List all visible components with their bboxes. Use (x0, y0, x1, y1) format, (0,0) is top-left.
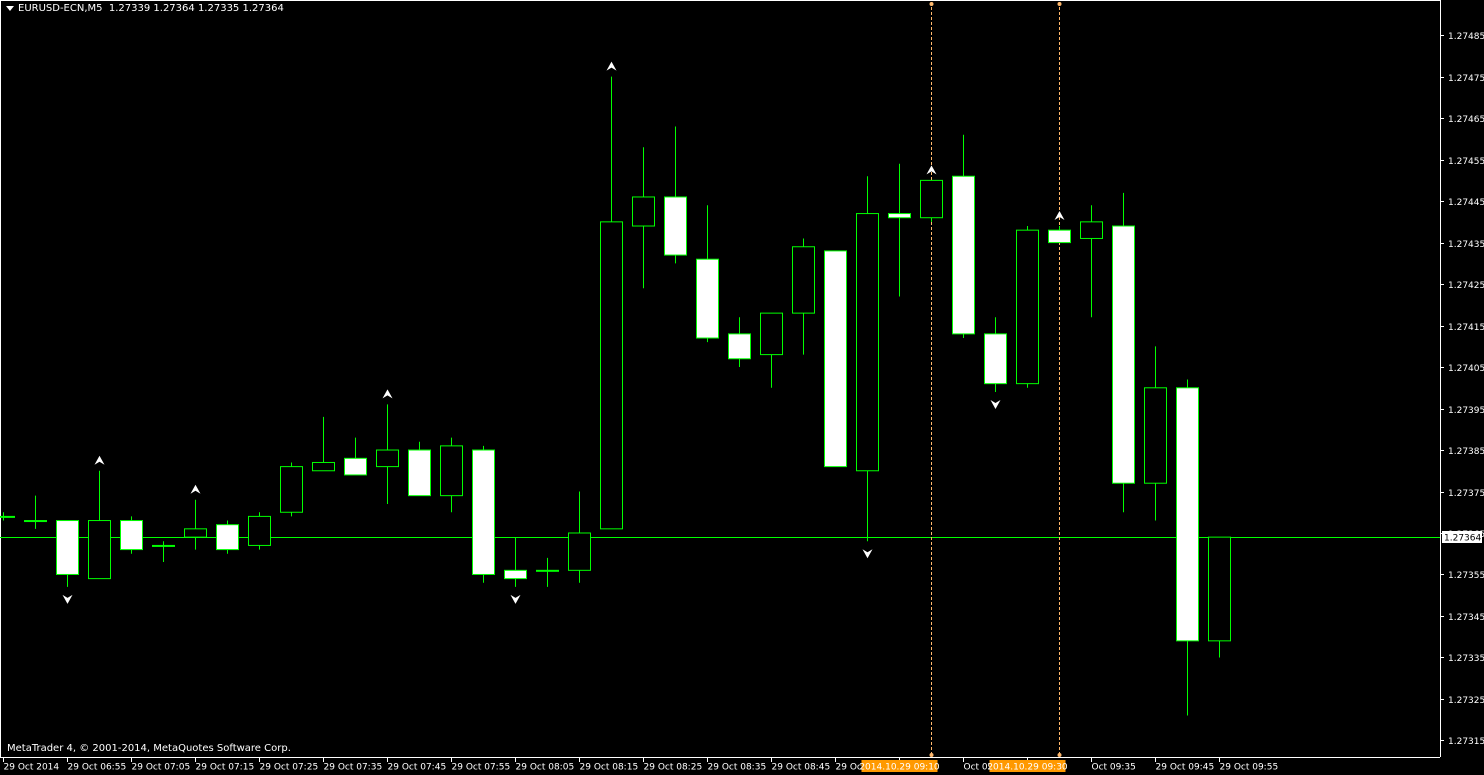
time-tick-label: 29 Oct 08:35 (708, 763, 767, 773)
price-tick-label: 1.27435 (1448, 240, 1484, 250)
time-tick-label: 29 Oct 07:15 (196, 763, 255, 773)
candle (472, 445, 495, 583)
price-tick-label: 1.27335 (1448, 654, 1484, 664)
candle-body-bear (696, 258, 719, 339)
price-tick-label: 1.27425 (1448, 281, 1484, 291)
candle-body-bull (600, 221, 623, 530)
candle (280, 462, 303, 517)
time-tick-label: 29 Oct 08:15 (580, 763, 639, 773)
candle-body-bear (472, 449, 495, 575)
candle-body-bull (632, 196, 655, 227)
candle-body-bear (1176, 387, 1199, 642)
candle-body-bull (536, 569, 559, 572)
vline-anchor-top[interactable] (929, 2, 934, 6)
candle-body-bear (888, 213, 911, 219)
candle-body-bear (56, 520, 79, 575)
candle-body-bull (312, 461, 335, 472)
price-tick-label: 1.27325 (1448, 696, 1484, 706)
symbol-label: EURUSD-ECN,M5 (18, 3, 103, 14)
price-tick-label: 1.27415 (1448, 323, 1484, 333)
price-tick-label: 1.27405 (1448, 364, 1484, 374)
price-tick-label: 1.27485 (1448, 32, 1484, 42)
price-tick-label: 1.27395 (1448, 406, 1484, 416)
time-tick-label: 29 Oct 07:45 (388, 763, 447, 773)
time-tick-label: 29 Oct 07:55 (452, 763, 511, 773)
candle-body-bull (24, 520, 47, 523)
price-tick-label: 1.27475 (1448, 74, 1484, 84)
time-tick-label: 29 Oct 08:05 (516, 763, 575, 773)
candle-body-bull (0, 515, 15, 518)
candle-body-bull (1080, 221, 1103, 239)
time-tick-label: 29 Oct 08:25 (644, 763, 703, 773)
candle-body-bear (824, 250, 847, 468)
candle-body-bear (216, 524, 239, 551)
candle-body-bear (728, 333, 751, 360)
candle (1208, 536, 1231, 658)
candle-body-bull (184, 528, 207, 538)
candle-body-bear (1048, 229, 1071, 244)
time-tick-label: 29 Oct 07:25 (260, 763, 319, 773)
candle (120, 516, 143, 554)
price-tick-label: 1.27455 (1448, 157, 1484, 167)
candle (1016, 226, 1039, 388)
price-tick-label: 1.27355 (1448, 571, 1484, 581)
candle (408, 441, 431, 497)
candle-body-bull (760, 312, 783, 356)
candle-body-bull (568, 532, 591, 571)
time-tick-label: 29 Oct 2014 (4, 763, 60, 773)
time-tick-label: 29 Oct 06:55 (68, 763, 127, 773)
candle (216, 520, 239, 554)
candle-body-bull (248, 515, 271, 546)
candle (248, 512, 271, 550)
vline-anchor-top[interactable] (1057, 2, 1062, 6)
time-marker-label[interactable]: 2014.10.29 09:10 (859, 763, 940, 773)
time-tick-label: 29 Oct 09:55 (1220, 763, 1279, 773)
candle-body-bear (344, 457, 367, 476)
time-tick-label: 29 Oct 07:35 (324, 763, 383, 773)
time-tick-label: 29 Oct 07:05 (132, 763, 191, 773)
time-marker-label[interactable]: 2014.10.29 09:30 (987, 763, 1068, 773)
candle-body-bear (664, 196, 687, 256)
chart-background (0, 0, 1484, 775)
price-tick-label: 1.27375 (1448, 489, 1484, 499)
candle-body-bear (504, 569, 527, 580)
candle-body-bear (984, 333, 1007, 385)
candle-body-bull (376, 449, 399, 468)
candle-body-bull (1144, 387, 1167, 484)
candle (824, 250, 847, 468)
candle-body-bull (1016, 229, 1039, 385)
candle-body-bear (952, 175, 975, 335)
price-tick-label: 1.27385 (1448, 447, 1484, 457)
candle-body-bull (88, 520, 111, 580)
candle-body-bear (1112, 225, 1135, 484)
time-tick-label: 29 Oct 09:45 (1156, 763, 1215, 773)
price-tick-label: 1.27315 (1448, 737, 1484, 747)
price-tick-label: 1.27345 (1448, 613, 1484, 623)
price-tick-label: 1.27465 (1448, 115, 1484, 125)
vline-anchor-bottom[interactable] (1057, 753, 1062, 757)
current-price-label: 1.27364 (1444, 534, 1481, 544)
candle-body-bull (856, 213, 879, 472)
time-tick-label: Oct 09:35 (1092, 763, 1136, 773)
candle-body-bull (440, 445, 463, 497)
candle (920, 179, 943, 222)
candle (1112, 192, 1135, 513)
price-chart[interactable]: 1.27485 1.27475 1.27465 1.27455 1.27445 1.274… (0, 0, 1484, 775)
dropdown-arrow-icon[interactable] (6, 5, 14, 11)
candle-body-bull (280, 466, 303, 513)
candle-body-bull (792, 246, 815, 314)
candle-body-bull (1208, 536, 1231, 642)
price-tick-label: 1.27445 (1448, 198, 1484, 208)
ohlc-values: 1.27339 1.27364 1.27335 1.27364 (108, 3, 284, 14)
time-tick-label: 29 Oct 08:45 (772, 763, 831, 773)
copyright-text: MetaTrader 4, © 2001-2014, MetaQuotes So… (7, 743, 291, 754)
candle-body-bull (152, 544, 175, 547)
candle-body-bear (408, 449, 431, 497)
candle-body-bull (920, 179, 943, 219)
candle-body-bear (120, 520, 143, 551)
chart-header: EURUSD-ECN,M5 1.27339 1.27364 1.27335 1.… (6, 3, 284, 14)
vline-anchor-bottom[interactable] (929, 753, 934, 757)
